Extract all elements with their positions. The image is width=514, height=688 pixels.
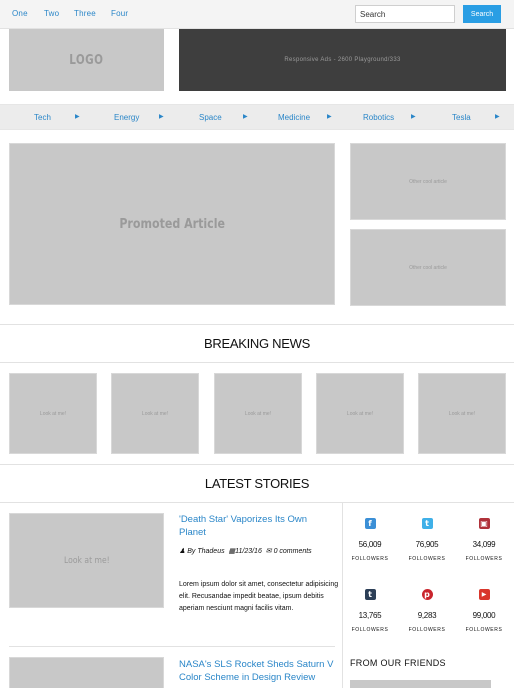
story-image[interactable] (9, 657, 164, 688)
side-article-label: Other cool article (409, 264, 447, 271)
social-youtube[interactable]: ▶ 99,000 FOLLOWERS (458, 589, 510, 633)
side-article[interactable]: Other cool article (350, 229, 506, 306)
author-icon: ♟ (179, 548, 186, 555)
side-article-label: Other cool article (409, 178, 447, 185)
promoted-article-label: Promoted Article (119, 216, 225, 232)
tile-label: Look at me! (244, 410, 272, 417)
follower-count: 56,009 (358, 540, 382, 549)
breaking-tile[interactable]: Look at me! (214, 373, 302, 454)
breaking-tile[interactable]: Look at me! (9, 373, 97, 454)
facebook-icon: f (364, 518, 376, 529)
logo-text: LOGO (69, 52, 104, 68)
latest-stories-title: LATEST STORIES (204, 476, 310, 491)
follower-count: 13,765 (358, 611, 382, 620)
tile-label: Look at me! (346, 410, 374, 417)
arrow-right-icon: ▶ (159, 114, 164, 120)
follower-label: FOLLOWERS (351, 627, 389, 633)
story-divider (9, 646, 335, 647)
category-tesla[interactable]: Tesla (452, 113, 471, 122)
nav-link-one[interactable]: One (12, 9, 28, 18)
youtube-icon: ▶ (478, 589, 490, 600)
story-image[interactable]: Look at me! (9, 513, 164, 608)
social-instagram[interactable]: ▣ 34,099 FOLLOWERS (458, 518, 510, 562)
category-tech[interactable]: Tech (34, 113, 51, 122)
follower-count: 9,283 (417, 611, 437, 620)
story-title-link[interactable]: NASA's SLS Rocket Sheds Saturn V Color S… (179, 658, 335, 684)
arrow-right-icon: ▶ (495, 114, 500, 120)
category-space[interactable]: Space (199, 113, 222, 122)
social-twitter[interactable]: t 76,905 FOLLOWERS (401, 518, 453, 562)
tile-label: Look at me! (39, 410, 67, 417)
from-our-friends-title: FROM OUR FRIENDS (350, 658, 446, 668)
side-article[interactable]: Other cool article (350, 143, 506, 220)
search-button[interactable]: Search (463, 5, 501, 23)
arrow-right-icon: ▶ (327, 114, 332, 120)
story-date: 11/23/16 (235, 548, 262, 555)
comment-icon: ✉ (265, 548, 272, 555)
friends-placeholder[interactable] (350, 680, 491, 688)
tile-label: Look at me! (141, 410, 169, 417)
follower-count: 34,099 (472, 540, 496, 549)
category-energy[interactable]: Energy (114, 113, 139, 122)
social-facebook[interactable]: f 56,009 FOLLOWERS (344, 518, 396, 562)
logo[interactable]: LOGO (9, 29, 164, 91)
arrow-right-icon: ▶ (411, 114, 416, 120)
breaking-news-header: BREAKING NEWS (0, 324, 514, 363)
follower-count: 76,905 (415, 540, 439, 549)
follower-label: FOLLOWERS (465, 556, 503, 562)
social-tumblr[interactable]: t 13,765 FOLLOWERS (344, 589, 396, 633)
story-excerpt: Lorem ipsum dolor sit amet, consectetur … (179, 581, 339, 612)
breaking-news-title: BREAKING NEWS (204, 336, 310, 351)
story-image-label: Look at me! (63, 555, 110, 566)
latest-stories-header: LATEST STORIES (0, 464, 514, 503)
arrow-right-icon: ▶ (243, 114, 248, 120)
promoted-article[interactable]: Promoted Article (9, 143, 335, 305)
search-input[interactable] (355, 5, 455, 23)
tumblr-icon: t (364, 589, 376, 600)
story-author[interactable]: By Thadeus (187, 548, 224, 555)
nav-link-four[interactable]: Four (111, 9, 128, 18)
ad-banner[interactable]: Responsive Ads - 2600 Playground/333 (179, 29, 506, 91)
category-medicine[interactable]: Medicine (278, 113, 310, 122)
nav-link-two[interactable]: Two (44, 9, 59, 18)
ad-text: Responsive Ads - 2600 Playground/333 (284, 57, 401, 63)
follower-count: 99,000 (472, 611, 496, 620)
nav-link-three[interactable]: Three (74, 9, 96, 18)
breaking-tile[interactable]: Look at me! (316, 373, 404, 454)
follower-label: FOLLOWERS (408, 556, 446, 562)
follower-label: FOLLOWERS (408, 627, 446, 633)
twitter-icon: t (421, 518, 433, 529)
follower-label: FOLLOWERS (351, 556, 389, 562)
breaking-tile[interactable]: Look at me! (111, 373, 199, 454)
breaking-tile[interactable]: Look at me! (418, 373, 506, 454)
category-robotics[interactable]: Robotics (363, 113, 394, 122)
follower-label: FOLLOWERS (465, 627, 503, 633)
instagram-icon: ▣ (478, 518, 490, 529)
story-comments[interactable]: 0 comments (274, 548, 312, 555)
pinterest-icon: p (421, 589, 433, 600)
story-title-link[interactable]: 'Death Star' Vaporizes Its Own Planet (179, 513, 335, 539)
category-bar: Tech ▶ Energy ▶ Space ▶ Medicine ▶ Robot… (0, 104, 514, 130)
story-meta: ♟ By Thadeus ▦11/23/16 ✉ 0 comments (179, 546, 335, 557)
arrow-right-icon: ▶ (75, 114, 80, 120)
tile-label: Look at me! (448, 410, 476, 417)
top-nav: One Two Three Four Search (0, 0, 514, 29)
column-divider (342, 503, 343, 688)
social-pinterest[interactable]: p 9,283 FOLLOWERS (401, 589, 453, 633)
